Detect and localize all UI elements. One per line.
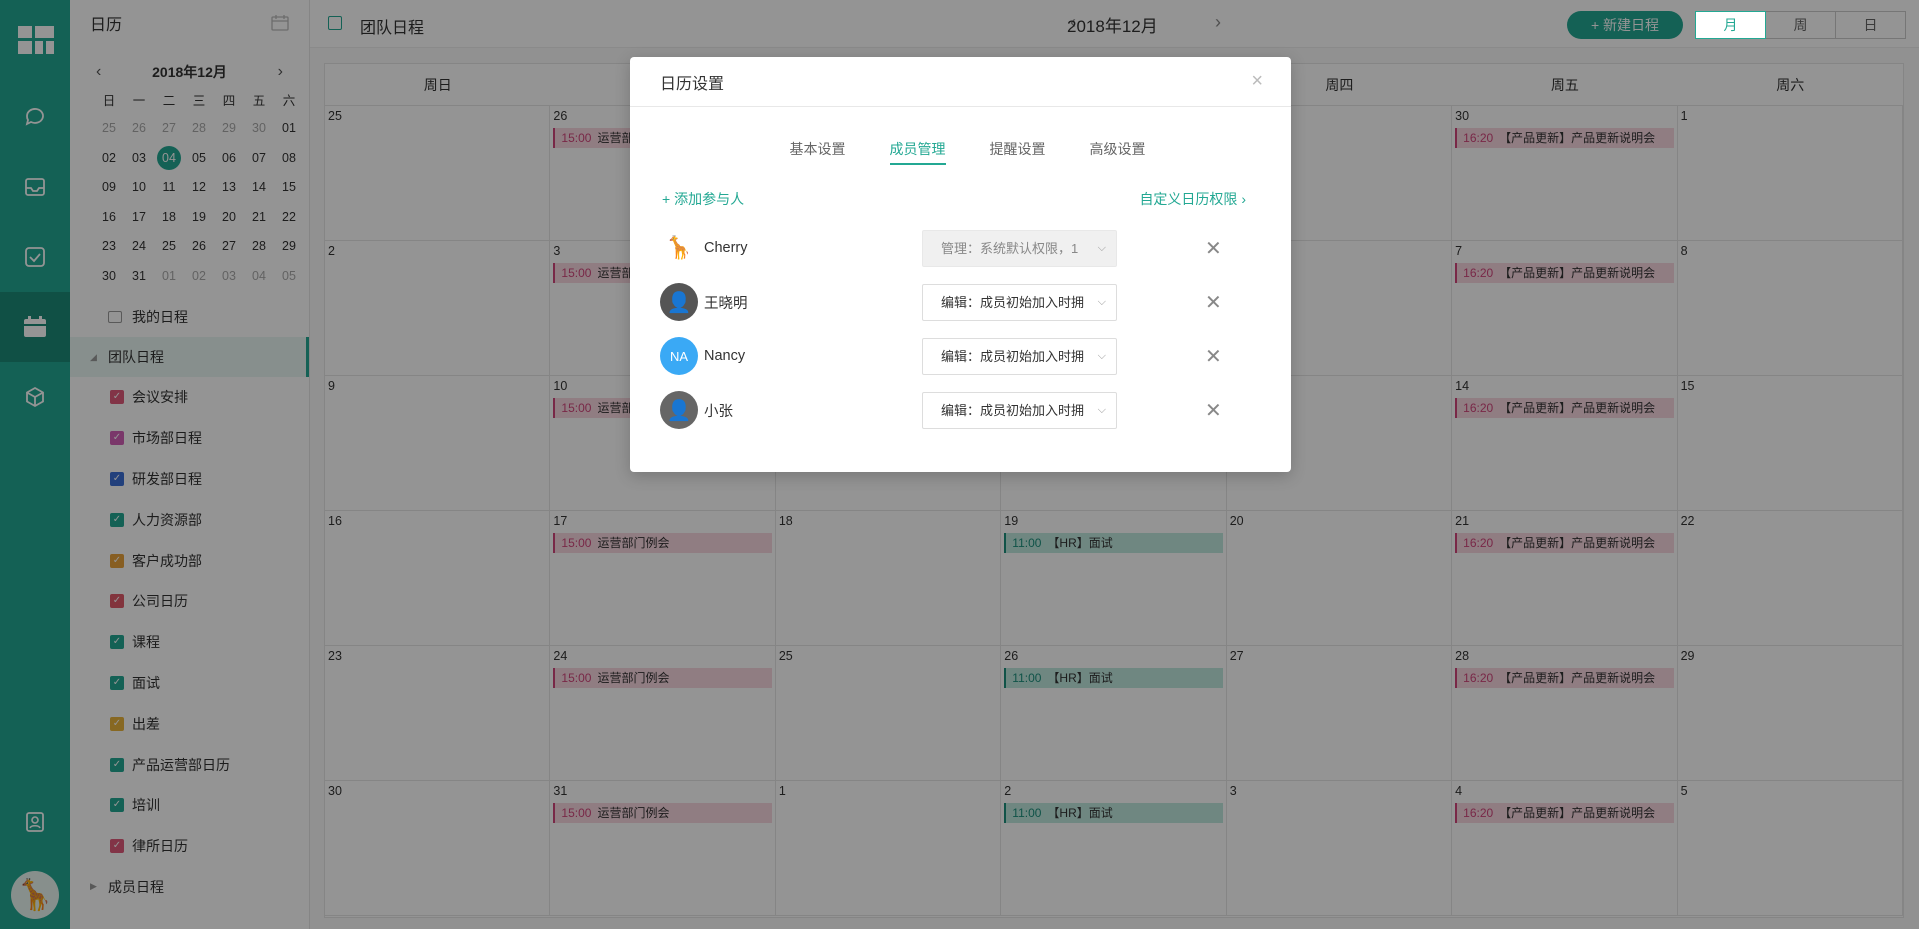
calendar-settings-dialog: 日历设置 × 基本设置 成员管理 提醒设置 高级设置 + 添加参与人 自定义日历权限 … [630, 57, 1291, 472]
remove-member-icon[interactable]: ✕ [1205, 236, 1222, 261]
dialog-title: 日历设置 [660, 75, 725, 93]
remove-member-icon[interactable]: ✕ [1205, 344, 1222, 369]
permission-select[interactable]: 编辑：成员初始加入时拥 ⌵ [922, 391, 1117, 429]
member-avatar: 👤 [660, 283, 698, 321]
remove-member-icon[interactable]: ✕ [1205, 398, 1222, 423]
custom-permission-link[interactable]: 自定义日历权限 › [1139, 189, 1246, 209]
member-actions: + 添加参与人 自定义日历权限 › [630, 189, 1291, 209]
member-avatar: 👤 [660, 391, 698, 429]
permission-value: 编辑：成员初始加入时拥 [941, 294, 1085, 310]
member-name: Nancy [704, 348, 746, 364]
settings-tab[interactable]: 提醒设置 [990, 139, 1046, 165]
member-name: Cherry [704, 240, 748, 256]
member-row: NA Nancy 编辑：成员初始加入时拥 ⌵ ✕ [630, 329, 1291, 383]
member-row: 👤 小张 编辑：成员初始加入时拥 ⌵ ✕ [630, 383, 1291, 437]
dialog-header: 日历设置 × [630, 57, 1291, 107]
member-list: 🦒 Cherry 管理：系统默认权限，1 ⌵ ✕ 👤 王晓明 编辑：成员初始加入时拥 ⌵ ✕ NA N… [630, 221, 1291, 437]
member-row: 🦒 Cherry 管理：系统默认权限，1 ⌵ ✕ [630, 221, 1291, 275]
member-name: 小张 [704, 403, 733, 420]
chevron-down-icon: ⌵ [1097, 241, 1106, 254]
remove-member-icon[interactable]: ✕ [1205, 290, 1222, 315]
permission-value: 编辑：成员初始加入时拥 [941, 402, 1085, 418]
permission-value: 管理：系统默认权限，1 [941, 240, 1079, 256]
member-row: 👤 王晓明 编辑：成员初始加入时拥 ⌵ ✕ [630, 275, 1291, 329]
permission-value: 编辑：成员初始加入时拥 [941, 348, 1085, 364]
chevron-down-icon: ⌵ [1097, 403, 1106, 416]
permission-select[interactable]: 编辑：成员初始加入时拥 ⌵ [922, 283, 1117, 321]
chevron-down-icon: ⌵ [1097, 295, 1106, 308]
permission-select[interactable]: 编辑：成员初始加入时拥 ⌵ [922, 337, 1117, 375]
settings-tab[interactable]: 高级设置 [1090, 139, 1146, 165]
settings-tab[interactable]: 基本设置 [790, 139, 846, 165]
permission-select: 管理：系统默认权限，1 ⌵ [922, 229, 1117, 267]
view-tab[interactable]: 月 [1695, 11, 1766, 39]
member-name: 王晓明 [704, 295, 748, 312]
member-avatar: 🦒 [660, 229, 698, 267]
close-icon[interactable]: × [1251, 70, 1263, 93]
add-participant-button[interactable]: + 添加参与人 [662, 189, 744, 209]
member-avatar: NA [660, 337, 698, 375]
settings-tab[interactable]: 成员管理 [889, 139, 946, 165]
settings-tabs: 基本设置 成员管理 提醒设置 高级设置 [630, 139, 1291, 165]
chevron-down-icon: ⌵ [1097, 349, 1106, 362]
